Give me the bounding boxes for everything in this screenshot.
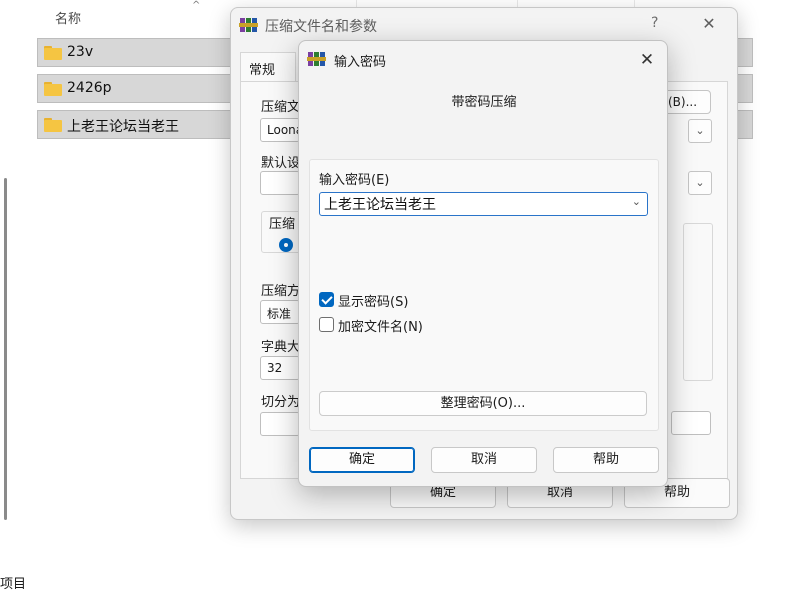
compression-method-label: 压缩方	[261, 284, 301, 299]
file-name: 上老王论坛当老王	[67, 119, 179, 135]
dialog-title: 压缩文件名和参数	[265, 19, 377, 35]
status-item-count: 项目	[0, 577, 27, 592]
help-question-icon[interactable]: ?	[651, 15, 658, 31]
archive-format-label: 压缩	[269, 217, 296, 232]
file-name: 23v	[67, 44, 94, 60]
organize-passwords-button[interactable]: 整理密码(O)...	[319, 391, 647, 416]
split-unit-select[interactable]	[671, 411, 711, 435]
format-radio-rar[interactable]	[279, 238, 293, 252]
close-icon[interactable]: ✕	[697, 12, 721, 36]
compression-method-select[interactable]: 标准	[260, 300, 300, 324]
split-volumes-input[interactable]	[260, 412, 300, 436]
folder-icon	[44, 82, 62, 96]
tab-general[interactable]: 常规	[240, 52, 296, 82]
show-password-checkbox[interactable]	[319, 292, 334, 307]
folder-icon	[44, 46, 62, 60]
close-icon[interactable]: ✕	[635, 48, 659, 72]
cancel-button[interactable]: 取消	[431, 447, 537, 473]
default-profile-label: 默认设	[261, 156, 301, 171]
ok-button[interactable]: 确定	[309, 447, 415, 473]
enter-password-dialog: 输入密码 ✕ 带密码压缩 输入密码(E) ⌄ 显示密码(S) 加密文件名(N) …	[298, 40, 668, 487]
password-combobox[interactable]: ⌄	[319, 192, 648, 216]
dialog-subtitle: 带密码压缩	[451, 95, 517, 110]
sort-ascending-icon: ^	[192, 0, 201, 11]
dictionary-size-select[interactable]: 32	[260, 356, 300, 380]
archive-options-group	[683, 223, 713, 381]
encrypt-filenames-checkbox[interactable]	[319, 317, 334, 332]
chevron-down-icon[interactable]: ⌄	[688, 171, 712, 195]
dialog-title: 输入密码	[334, 55, 387, 70]
password-input[interactable]	[320, 193, 620, 215]
encrypt-filenames-label[interactable]: 加密文件名(N)	[338, 316, 423, 335]
password-label: 输入密码(E)	[319, 173, 390, 188]
split-volumes-label: 切分为	[261, 395, 301, 410]
column-header-name[interactable]: 名称	[55, 8, 81, 27]
file-name: 2426p	[67, 80, 112, 96]
archive-name-input[interactable]: Loona.	[260, 118, 300, 142]
profile-select[interactable]	[260, 171, 300, 195]
winrar-books-icon	[307, 50, 327, 72]
dictionary-size-label: 字典大	[261, 340, 301, 355]
archive-name-label: 压缩文	[261, 100, 301, 115]
folder-icon	[44, 118, 62, 132]
help-button[interactable]: 帮助	[553, 447, 659, 473]
vertical-scrollbar[interactable]	[4, 178, 7, 520]
show-password-label[interactable]: 显示密码(S)	[338, 291, 408, 310]
chevron-down-icon[interactable]: ⌄	[632, 195, 641, 208]
winrar-books-icon	[239, 16, 259, 38]
chevron-down-icon[interactable]: ⌄	[688, 119, 712, 143]
